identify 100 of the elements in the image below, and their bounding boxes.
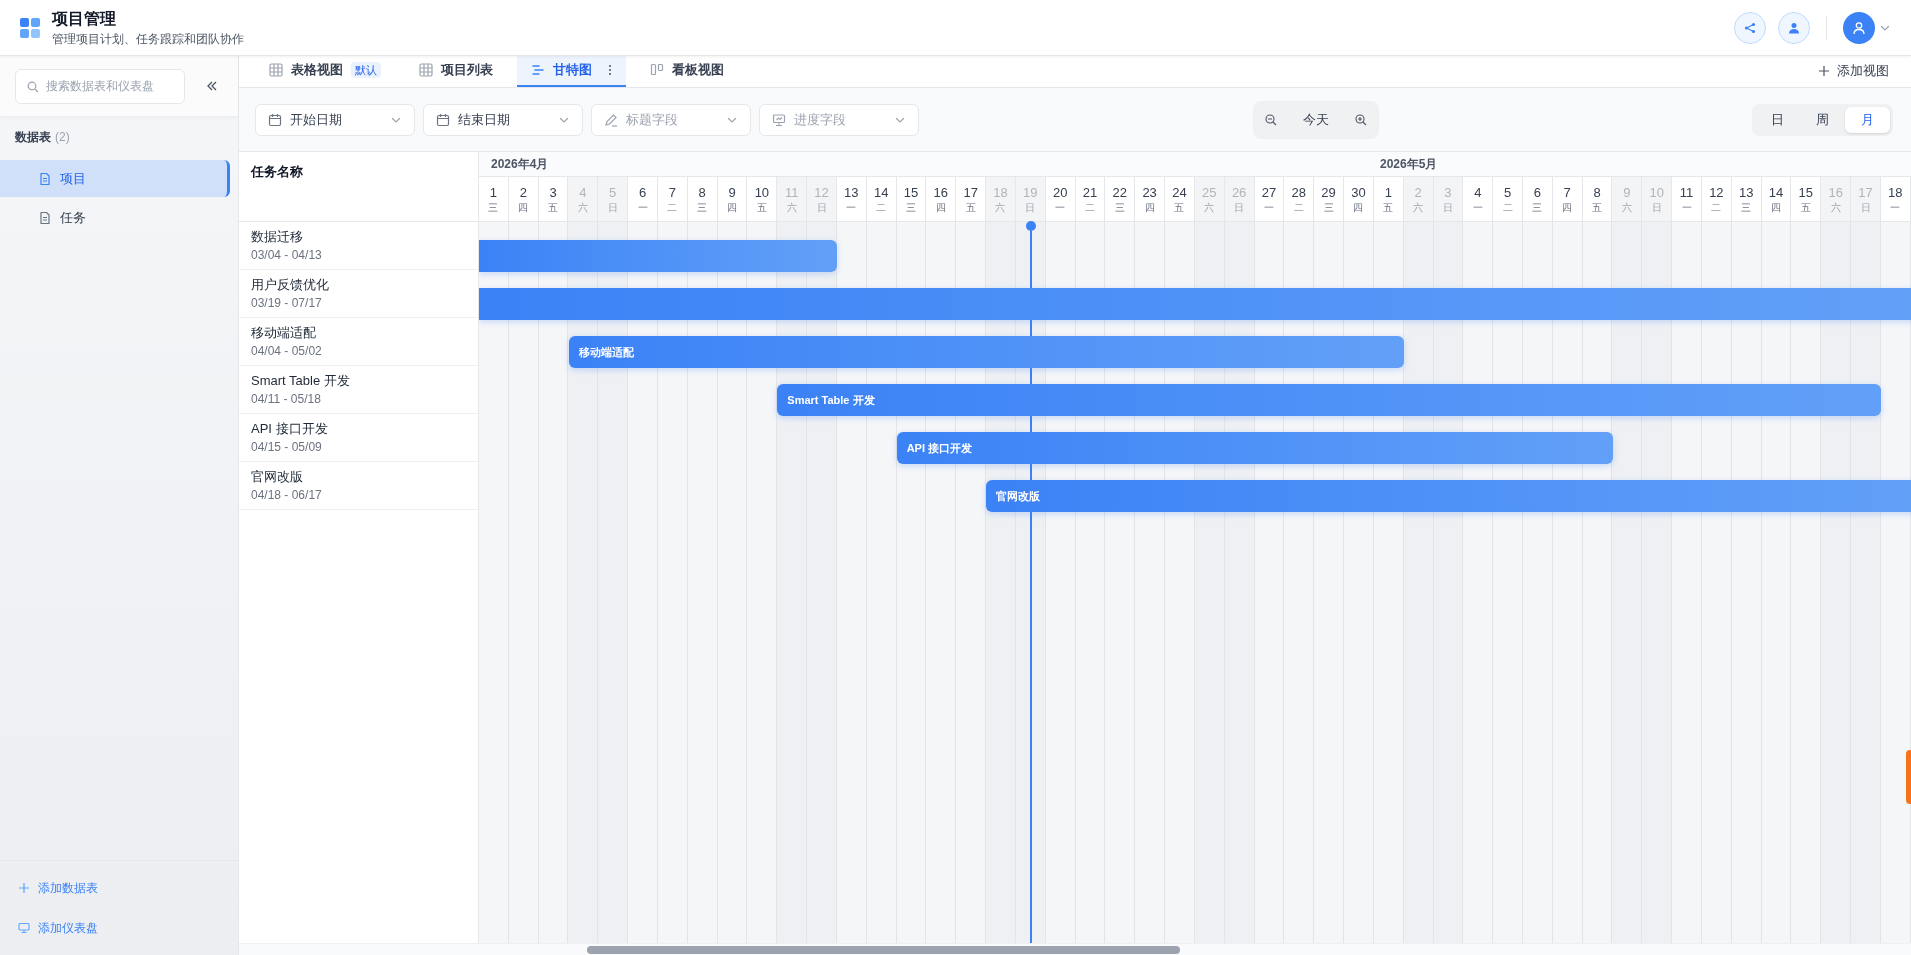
day-number: 27 [1261, 184, 1277, 201]
weekday-label: 三 [906, 201, 916, 214]
weekday-label: 一 [846, 201, 857, 214]
weekday-label: 二 [1711, 201, 1722, 214]
day-number: 16 [1828, 184, 1843, 201]
add-view-button[interactable]: 添加视图 [1819, 55, 1895, 87]
day-number: 26 [1231, 184, 1247, 201]
field-dropdown[interactable]: 开始日期 [255, 103, 415, 136]
more-vertical-icon[interactable] [608, 64, 612, 76]
weekday-label: 六 [1621, 201, 1632, 214]
day-number: 17 [963, 184, 978, 201]
weekday-label: 日 [816, 201, 827, 214]
day-number: 21 [1082, 184, 1098, 201]
pen-icon [604, 112, 618, 127]
search-field[interactable]: 搜索数据表和仪表盘 [15, 68, 185, 104]
zoom-out-icon[interactable] [1265, 113, 1277, 126]
app-grid-logo-icon [20, 17, 40, 38]
task-name: 数据迁移 [251, 227, 304, 246]
view-tab[interactable]: 看板视图 [636, 55, 738, 87]
day-number: 12 [814, 184, 829, 201]
gantt-bar[interactable]: API 接口开发 [896, 432, 1613, 464]
gantt-bar[interactable]: 官网改版 [986, 480, 1911, 512]
day-number: 5 [609, 184, 617, 201]
weekday-label: 四 [727, 201, 738, 214]
day-number: 10 [754, 184, 770, 201]
task-date-range: 04/04 - 05/02 [251, 342, 323, 360]
user-menu-button[interactable] [1843, 11, 1891, 44]
scale-option[interactable]: 月 [1845, 106, 1890, 133]
gantt-icon [531, 63, 545, 77]
weekday-label: 四 [1562, 201, 1573, 214]
day-number: 14 [873, 184, 889, 201]
day-number: 17 [1858, 184, 1873, 201]
day-number: 13 [844, 184, 859, 201]
weekday-label: 日 [607, 201, 618, 214]
day-number: 3 [1444, 184, 1452, 201]
weekday-label: 五 [548, 201, 559, 214]
weekday-label: 六 [1830, 201, 1841, 214]
day-number: 13 [1738, 184, 1754, 201]
weekday-label: 六 [786, 201, 797, 214]
weekday-label: 五 [756, 201, 767, 214]
sidebar-item[interactable]: 项目 [0, 160, 230, 197]
weekday-label: 六 [577, 201, 588, 214]
field-dropdown[interactable]: 结束日期 [423, 103, 583, 136]
gantt-bar[interactable]: 移动端适配 [568, 336, 1404, 368]
day-number: 11 [1679, 184, 1694, 201]
weekday-label: 三 [1532, 201, 1543, 214]
day-number: 7 [1563, 184, 1571, 201]
table-grid-icon [269, 63, 283, 77]
add-table-link[interactable]: 添加数据表 [18, 873, 220, 903]
document-icon [38, 171, 52, 186]
add-dashboard-link[interactable]: 添加仪表盘 [18, 913, 220, 943]
share-button[interactable] [1734, 11, 1766, 44]
weekday-label: 五 [1383, 201, 1394, 214]
app-title: 项目管理 [52, 8, 117, 29]
day-number: 24 [1172, 184, 1187, 201]
gantt-bar[interactable]: Smart Table 开发 [777, 384, 1882, 416]
zoom-in-icon[interactable] [1355, 113, 1367, 126]
weekday-label: 一 [1681, 201, 1692, 214]
horizontal-scrollbar[interactable] [239, 943, 1911, 955]
chart-board-icon [772, 112, 786, 127]
day-number: 29 [1321, 184, 1336, 201]
month-label: 2026年5月 [1380, 156, 1438, 173]
day-number: 8 [698, 184, 706, 201]
weekday-label: 一 [1472, 201, 1483, 214]
day-number: 16 [933, 184, 949, 201]
weekday-label: 六 [1413, 201, 1424, 214]
today-button[interactable]: 今天 [1303, 109, 1329, 130]
month-label: 2026年4月 [491, 156, 549, 173]
person-icon [1788, 21, 1800, 34]
scale-option[interactable]: 周 [1800, 106, 1845, 133]
weekday-label: 四 [518, 201, 529, 214]
weekday-label: 三 [1323, 201, 1334, 214]
members-button[interactable] [1778, 11, 1810, 44]
day-number: 30 [1351, 184, 1366, 201]
day-number: 19 [1023, 184, 1038, 201]
plus-icon [18, 882, 30, 894]
scale-option[interactable]: 日 [1755, 106, 1800, 133]
day-number: 2 [519, 184, 527, 201]
task-name: 用户反馈优化 [251, 275, 330, 294]
day-number: 1 [489, 184, 498, 201]
calendar-icon [436, 112, 450, 127]
default-badge: 默认 [351, 61, 381, 79]
weekday-label: 日 [1442, 201, 1453, 214]
table-grid-icon [419, 63, 433, 77]
weekday-label: 日 [1651, 201, 1662, 214]
view-tab[interactable]: 表格视图 默认 [255, 55, 395, 87]
sidebar-item[interactable]: 任务 [0, 199, 230, 236]
day-number: 22 [1112, 184, 1128, 201]
weekday-label: 一 [1890, 201, 1901, 214]
day-number: 18 [1888, 184, 1903, 201]
weekday-label: 日 [1025, 201, 1036, 214]
app-subtitle: 管理项目计划、任务跟踪和团队协作 [52, 30, 244, 48]
day-number: 14 [1768, 184, 1784, 201]
weekday-label: 一 [637, 201, 648, 214]
day-number: 28 [1291, 184, 1306, 201]
day-number: 15 [903, 184, 919, 201]
day-number: 9 [728, 184, 736, 201]
view-tab[interactable]: 项目列表 [405, 55, 507, 87]
view-tab[interactable]: 甘特图 [517, 55, 626, 87]
weekday-label: 六 [1204, 201, 1215, 214]
